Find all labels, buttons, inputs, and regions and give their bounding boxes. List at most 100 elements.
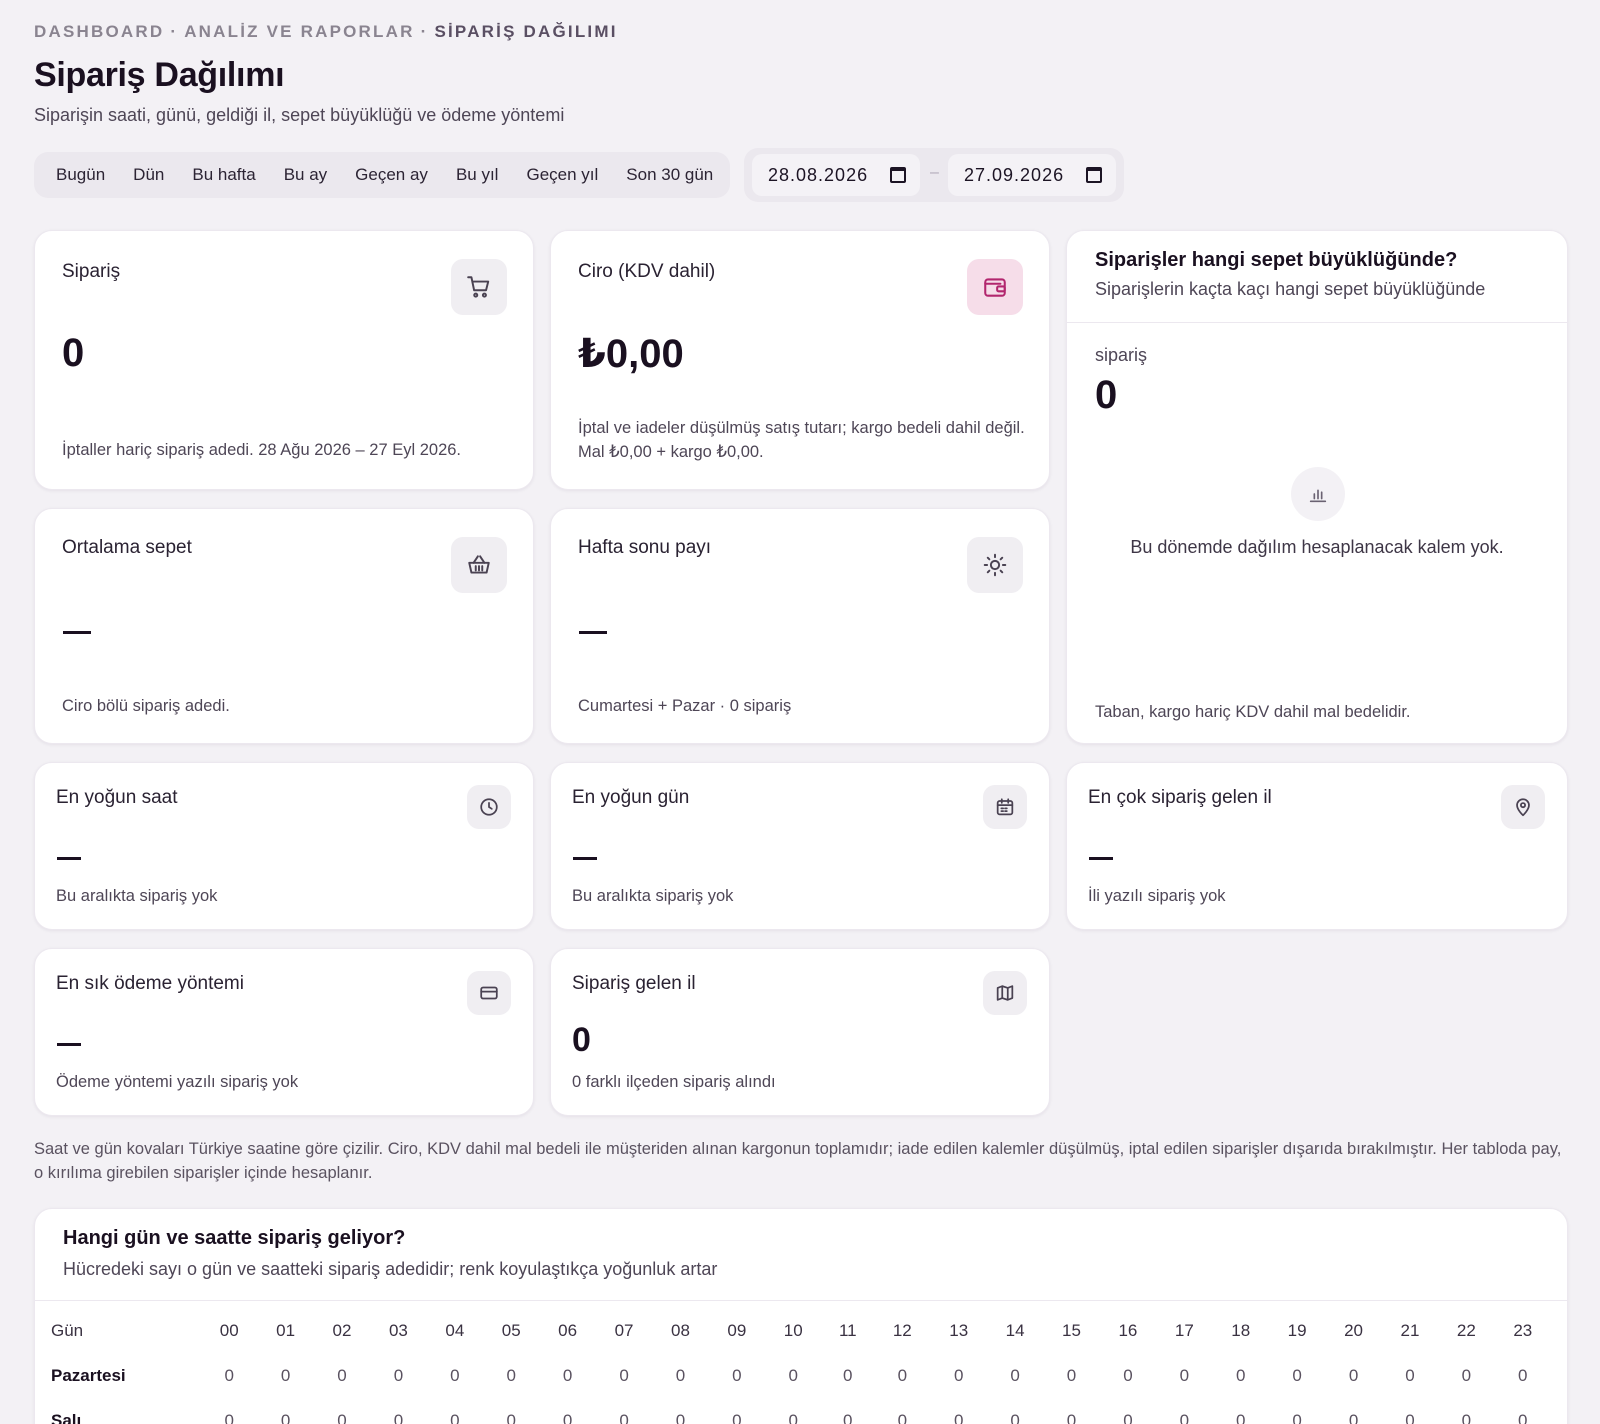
payment-method-label: En sık ödeme yöntemi bbox=[56, 973, 244, 994]
methodology-note: Saat ve gün kovaları Türkiye saatine gör… bbox=[34, 1140, 1562, 1182]
basket-size-title: Siparişler hangi sepet büyüklüğünde? bbox=[1095, 249, 1458, 271]
hour-header: 15 bbox=[1062, 1321, 1081, 1340]
basket-size-header: Siparişler hangi sepet büyüklüğünde? Sip… bbox=[1067, 231, 1567, 323]
heatmap-cell: 0 bbox=[732, 1365, 742, 1385]
table-row: Pazartesi 0 0 0 0 0 0 0 0 0 0 0 0 0 0 0 0 0 0 0 0 0 0 0 0 bbox=[51, 1353, 1551, 1398]
heatmap-cell: 0 bbox=[1236, 1410, 1246, 1424]
heatmap-cell: 0 bbox=[788, 1410, 798, 1424]
map-pin-icon bbox=[1501, 785, 1545, 829]
hour-header: 18 bbox=[1231, 1321, 1251, 1340]
heatmap-header: Hangi gün ve saatte sipariş geliyor? Hüc… bbox=[35, 1209, 1567, 1301]
heatmap-cell: 0 bbox=[1236, 1365, 1246, 1385]
heatmap-cell: 0 bbox=[675, 1365, 686, 1385]
basket-empty-text: Bu dönemde dağılım hesaplanacak kalem yo… bbox=[1130, 537, 1504, 557]
hour-header: 23 bbox=[1513, 1321, 1533, 1340]
peak-day-note: Bu aralıkta sipariş yok bbox=[572, 887, 734, 905]
bar-chart-icon bbox=[1291, 467, 1345, 521]
heatmap-cell: 0 bbox=[506, 1410, 516, 1424]
start-date-input[interactable]: 28.08.2026 bbox=[752, 154, 920, 196]
peak-hour-note: Bu aralıkta sipariş yok bbox=[56, 887, 218, 905]
range-tab-today[interactable]: Bugün bbox=[42, 165, 119, 185]
payment-method-card: En sık ödeme yöntemi Ödeme yöntemi yazıl… bbox=[34, 948, 534, 1116]
hour-header: 17 bbox=[1174, 1321, 1194, 1340]
top-city-label: En çok sipariş gelen il bbox=[1088, 787, 1272, 808]
range-tab-this-month[interactable]: Bu ay bbox=[270, 165, 341, 185]
basket-size-panel: Siparişler hangi sepet büyüklüğünde? Sip… bbox=[1066, 230, 1568, 744]
heatmap-cell: 0 bbox=[506, 1365, 516, 1385]
date-separator: – bbox=[930, 164, 939, 181]
peak-day-label: En yoğun gün bbox=[572, 787, 690, 808]
heatmap-cell: 0 bbox=[897, 1410, 908, 1424]
day-name: Salı bbox=[51, 1410, 82, 1424]
heatmap-cell: 0 bbox=[562, 1365, 573, 1385]
order-cities-label: Sipariş gelen il bbox=[572, 973, 696, 994]
sun-icon bbox=[967, 537, 1023, 593]
heatmap-cell: 0 bbox=[1518, 1365, 1528, 1385]
hour-header: 22 bbox=[1456, 1321, 1476, 1340]
hour-header: 09 bbox=[727, 1321, 747, 1340]
peak-hour-label: En yoğun saat bbox=[56, 787, 178, 808]
revenue-value: ₺0,00 bbox=[578, 332, 684, 376]
basket-size-subtitle: Siparişlerin kaçta kaçı hangi sepet büyü… bbox=[1095, 279, 1486, 299]
hour-header: 01 bbox=[276, 1321, 296, 1340]
hour-header: 06 bbox=[558, 1321, 578, 1340]
heatmap-cell: 0 bbox=[788, 1365, 798, 1385]
top-city-note: İli yazılı sipariş yok bbox=[1088, 887, 1226, 905]
hour-header: 07 bbox=[614, 1321, 634, 1340]
heatmap-cell: 0 bbox=[337, 1410, 347, 1424]
hour-header: 19 bbox=[1287, 1321, 1307, 1340]
range-tab-this-year[interactable]: Bu yıl bbox=[442, 165, 513, 185]
heatmap-cell: 0 bbox=[843, 1365, 853, 1385]
orders-label: Sipariş bbox=[62, 261, 121, 282]
heatmap-cell: 0 bbox=[393, 1365, 404, 1385]
avg-basket-note: Ciro bölü sipariş adedi. bbox=[62, 697, 230, 715]
range-tab-last-year[interactable]: Geçen yıl bbox=[512, 165, 612, 185]
heatmap-cell: 0 bbox=[280, 1410, 291, 1424]
hour-header: 05 bbox=[501, 1321, 521, 1340]
hour-header: 12 bbox=[892, 1321, 912, 1340]
breadcrumb-dashboard[interactable]: DASHBOARD bbox=[34, 22, 164, 41]
heatmap-cell: 0 bbox=[843, 1410, 853, 1424]
revenue-note: İptal ve iadeler düşülmüş satış tutarı; … bbox=[578, 419, 1025, 461]
hour-header: 03 bbox=[388, 1321, 408, 1340]
calendar-icon[interactable] bbox=[1086, 167, 1102, 183]
heatmap-cell: 0 bbox=[450, 1365, 460, 1385]
heatmap-cell: 0 bbox=[1123, 1410, 1133, 1424]
breadcrumb-current: SİPARİŞ DAĞILIMI bbox=[434, 22, 618, 41]
heatmap-cell: 0 bbox=[450, 1410, 460, 1424]
hour-header: 00 bbox=[219, 1321, 239, 1340]
payment-method-note: Ödeme yöntemi yazılı sipariş yok bbox=[56, 1073, 299, 1091]
revenue-card: Ciro (KDV dahil) ₺0,00 İptal ve iadeler … bbox=[550, 230, 1050, 490]
avg-basket-label: Ortalama sepet bbox=[62, 537, 192, 558]
heatmap-cell: 0 bbox=[619, 1365, 629, 1385]
top-city-card: En çok sipariş gelen il İli yazılı sipar… bbox=[1066, 762, 1568, 930]
basket-footer-note: Taban, kargo hariç KDV dahil mal bedelid… bbox=[1095, 703, 1411, 721]
basket-metric-value: 0 bbox=[1095, 373, 1118, 417]
hour-header: 10 bbox=[783, 1321, 803, 1340]
range-tab-this-week[interactable]: Bu hafta bbox=[178, 165, 269, 185]
hour-header: 02 bbox=[332, 1321, 352, 1340]
basket-metric-label: sipariş bbox=[1095, 345, 1148, 365]
heatmap-cell: 0 bbox=[619, 1410, 629, 1424]
end-date-input[interactable]: 27.09.2026 bbox=[948, 154, 1116, 196]
table-row: Salı 0 0 0 0 0 0 0 0 0 0 0 0 0 0 0 0 0 0 0 0 0 0 0 0 bbox=[51, 1398, 1551, 1424]
range-tab-last-30-days[interactable]: Son 30 gün bbox=[612, 165, 727, 185]
range-tab-last-month[interactable]: Geçen ay bbox=[341, 165, 442, 185]
heatmap-cell: 0 bbox=[1066, 1410, 1077, 1424]
heatmap-cell: 0 bbox=[953, 1365, 964, 1385]
avg-basket-card: Ortalama sepet Ciro bölü sipariş adedi. bbox=[34, 508, 534, 744]
clock-icon bbox=[467, 785, 511, 829]
payment-method-empty-value bbox=[57, 1043, 81, 1046]
hour-header: 14 bbox=[1005, 1321, 1025, 1340]
heatmap-title: Hangi gün ve saatte sipariş geliyor? bbox=[63, 1227, 406, 1249]
heatmap-cell: 0 bbox=[1292, 1365, 1302, 1385]
start-date-value: 28.08.2026 bbox=[768, 164, 869, 185]
range-tab-yesterday[interactable]: Dün bbox=[119, 165, 178, 185]
wallet-icon bbox=[967, 259, 1023, 315]
calendar-icon[interactable] bbox=[890, 167, 906, 183]
heatmap-cell: 0 bbox=[1292, 1410, 1302, 1424]
breadcrumb-analytics[interactable]: ANALİZ VE RAPORLAR bbox=[184, 22, 414, 41]
order-cities-card: Sipariş gelen il 0 0 farklı ilçeden sipa… bbox=[550, 948, 1050, 1116]
heatmap-cell: 0 bbox=[1010, 1410, 1020, 1424]
map-icon bbox=[983, 971, 1027, 1015]
